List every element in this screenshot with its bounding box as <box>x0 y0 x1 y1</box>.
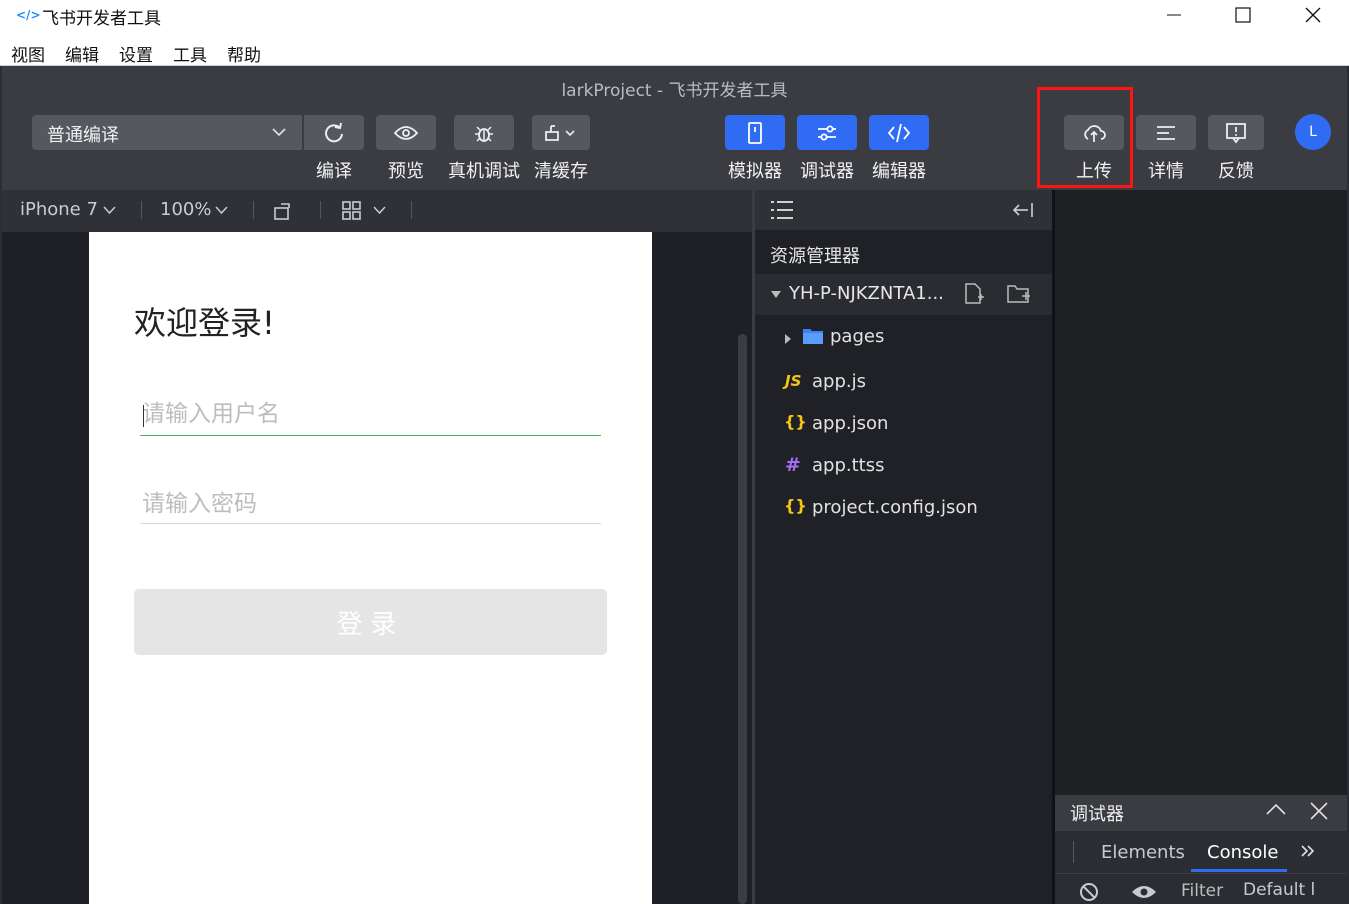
username-input[interactable] <box>140 394 601 434</box>
editor-label: 编辑器 <box>872 161 926 182</box>
project-name: YH-P-NJKZNTA1... <box>789 283 944 304</box>
sliders-icon <box>818 125 836 140</box>
window-titlebar <box>0 0 1349 30</box>
debugger-toggle-button[interactable] <box>797 115 857 150</box>
json-file-icon: {} <box>784 496 807 515</box>
clear-cache-button[interactable] <box>532 115 590 150</box>
more-tabs-icon[interactable] <box>1300 844 1316 858</box>
bug-icon <box>475 125 493 142</box>
chevron-down-icon <box>272 128 286 137</box>
refresh-icon <box>325 122 343 142</box>
file-item-project-config-json[interactable]: project.config.json <box>812 497 978 518</box>
grid-icon[interactable] <box>341 200 363 222</box>
zoom-chevron-down-icon <box>215 206 228 215</box>
debugger-label: 调试器 <box>800 161 854 182</box>
eye-icon[interactable] <box>1130 883 1158 901</box>
feedback-label: 反馈 <box>1218 161 1254 182</box>
file-item-app-json[interactable]: app.json <box>812 413 888 434</box>
collapse-panel-icon[interactable] <box>1011 201 1035 219</box>
password-underline <box>140 523 601 524</box>
simulator-scrollbar[interactable] <box>738 334 747 904</box>
folder-icon <box>803 329 823 344</box>
grid-chevron-down-icon <box>373 206 386 215</box>
close-debugger-icon[interactable] <box>1310 802 1328 820</box>
maximize-icon <box>1235 7 1251 23</box>
log-level-select[interactable]: Default l <box>1243 880 1319 904</box>
compile-mode-value: 普通编译 <box>47 125 119 146</box>
device-select[interactable]: iPhone 7 <box>20 199 98 220</box>
menu-view[interactable]: 视图 <box>11 41 45 66</box>
device-value: iPhone 7 <box>20 199 98 220</box>
details-label: 详情 <box>1148 161 1184 182</box>
divider <box>141 201 142 219</box>
menu-tools[interactable]: 工具 <box>173 41 207 66</box>
console-filter-input[interactable] <box>1181 879 1237 903</box>
tab-console[interactable]: Console <box>1207 842 1278 863</box>
explorer-list-icon[interactable] <box>770 199 794 221</box>
tab-elements[interactable]: Elements <box>1101 842 1185 863</box>
broom-icon <box>545 124 575 141</box>
divider <box>320 201 321 219</box>
code-icon <box>887 123 911 142</box>
window-title: 飞书开发者工具 <box>42 9 161 29</box>
phone-icon <box>748 121 762 144</box>
chevron-up-icon[interactable] <box>1266 803 1286 815</box>
compile-button[interactable] <box>304 115 364 150</box>
file-item-pages[interactable]: pages <box>830 326 884 347</box>
clear-cache-label: 清缓存 <box>534 161 588 182</box>
compile-label: 编译 <box>316 161 352 182</box>
simulator-toggle-button[interactable] <box>725 115 785 150</box>
caret-right-icon <box>785 334 791 344</box>
login-button[interactable]: 登录 <box>134 589 607 655</box>
zoom-select[interactable]: 100% <box>160 199 211 220</box>
username-underline <box>140 435 601 436</box>
avatar[interactable]: L <box>1295 114 1331 150</box>
remote-debug-label: 真机调试 <box>448 161 520 182</box>
clear-console-icon[interactable] <box>1078 881 1100 903</box>
divider <box>1073 841 1074 863</box>
preview-label: 预览 <box>388 161 424 182</box>
active-tab-indicator <box>1191 869 1287 872</box>
text-cursor <box>143 405 144 427</box>
maximize-button[interactable] <box>1220 0 1266 30</box>
new-folder-icon[interactable] <box>1006 284 1032 304</box>
editor-toggle-button[interactable] <box>869 115 929 150</box>
json-file-icon: {} <box>784 412 807 431</box>
debugger-title: 调试器 <box>1070 804 1124 825</box>
preview-button[interactable] <box>376 115 436 150</box>
simulator-label: 模拟器 <box>728 161 782 182</box>
rotate-icon[interactable] <box>272 200 294 222</box>
app-logo-icon: </> <box>16 8 41 22</box>
menu-help[interactable]: 帮助 <box>227 41 261 66</box>
feedback-icon <box>1226 122 1246 143</box>
js-file-icon: JS <box>785 372 802 390</box>
minimize-icon <box>1167 14 1181 16</box>
menu-settings[interactable]: 设置 <box>119 41 153 66</box>
close-icon <box>1305 7 1321 23</box>
remote-debug-button[interactable] <box>454 115 514 150</box>
password-input[interactable] <box>140 484 601 524</box>
file-item-app-ttss[interactable]: app.ttss <box>812 455 884 476</box>
list-details-icon <box>1157 125 1175 140</box>
explorer-title: 资源管理器 <box>770 246 860 267</box>
project-title: larkProject - 飞书开发者工具 <box>561 81 788 101</box>
minimize-button[interactable] <box>1151 0 1197 30</box>
device-chevron-down-icon <box>103 206 116 215</box>
caret-down-icon <box>771 291 781 298</box>
close-window-button[interactable] <box>1290 0 1336 30</box>
details-button[interactable] <box>1136 115 1196 150</box>
divider <box>411 201 412 219</box>
ttss-file-icon: # <box>785 454 801 476</box>
new-file-icon[interactable] <box>963 283 985 305</box>
divider <box>253 201 254 219</box>
feedback-button[interactable] <box>1208 115 1264 150</box>
welcome-heading: 欢迎登录! <box>134 304 275 342</box>
eye-icon <box>394 125 418 140</box>
upload-highlight-box <box>1037 87 1133 188</box>
zoom-value: 100% <box>160 199 212 220</box>
file-item-app-js[interactable]: app.js <box>812 371 866 392</box>
menu-edit[interactable]: 编辑 <box>65 41 99 66</box>
editor-area <box>1055 190 1347 795</box>
explorer-header <box>755 190 1052 230</box>
